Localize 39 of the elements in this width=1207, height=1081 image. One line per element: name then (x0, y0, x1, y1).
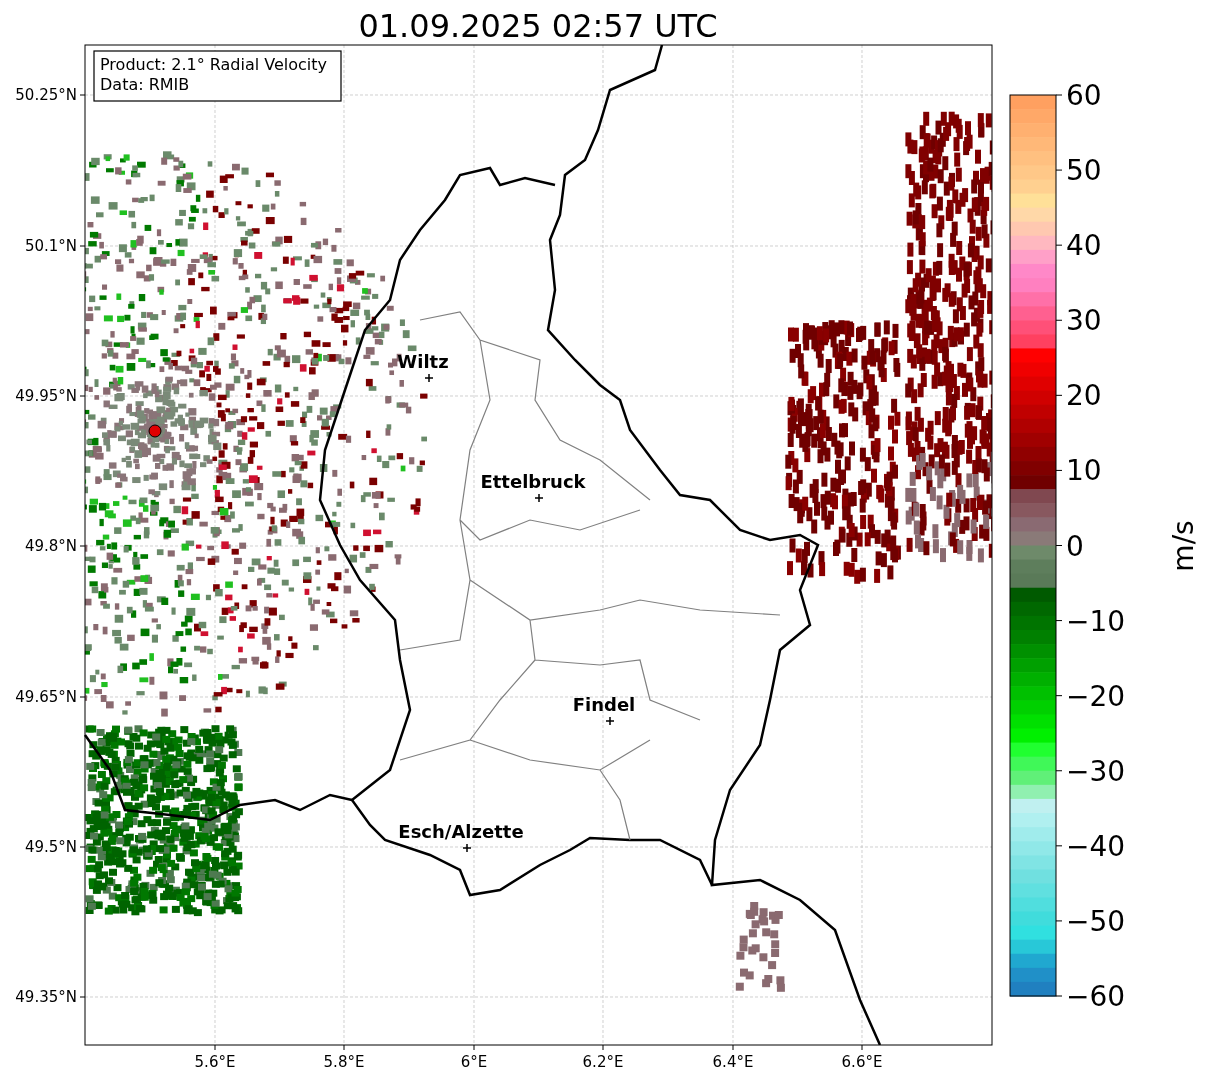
colorbar-tick-label: −10 (1066, 604, 1126, 638)
axis-tick-label: 49.8°N (24, 537, 77, 555)
axis-tick-label: 6.6°E (841, 1053, 883, 1071)
colorbar-tick-label: −30 (1066, 754, 1126, 788)
axis-tick-label: 49.5°N (24, 838, 77, 856)
city-marker-icon (462, 843, 472, 853)
colorbar-tick-label: 60 (1066, 79, 1102, 112)
axis-tick-label: 49.35°N (15, 988, 77, 1006)
colorbar-tick-label: 50 (1066, 154, 1102, 188)
radar-site-icon (148, 424, 162, 438)
axis-tick-label: 5.6°E (194, 1053, 236, 1071)
chart-title: 01.09.2025 02:57 UTC (358, 7, 718, 45)
axis-tick-label: 6°E (460, 1053, 488, 1071)
info-text: Data: RMIB (100, 75, 190, 94)
colorbar-tick-label: −60 (1066, 980, 1126, 1013)
city-label: Ettelbruck (480, 471, 586, 492)
city-label: Esch/Alzette (398, 821, 524, 842)
axis-tick-label: 6.4°E (712, 1053, 754, 1071)
colorbar-tick-label: −50 (1066, 904, 1126, 938)
colorbar-tick-label: −40 (1066, 829, 1126, 863)
colorbar-tick-label: 10 (1066, 454, 1102, 488)
axis-tick-label: 6.2°E (582, 1053, 624, 1071)
axis-tick-label: 5.8°E (323, 1053, 365, 1071)
city-label: Findel (572, 694, 636, 715)
colorbar-tick-label: 30 (1066, 304, 1102, 338)
axis-tick-label: 50.1°N (24, 237, 77, 255)
colorbar-tick-label: 40 (1066, 229, 1102, 263)
colorbar-tick-label: 20 (1066, 379, 1102, 413)
city-marker-icon (424, 373, 434, 383)
city-marker-icon (534, 493, 544, 503)
city-label: Wiltz (397, 351, 449, 372)
info-text: Product: 2.1° Radial Velocity (100, 55, 328, 74)
city-marker-icon (605, 716, 615, 726)
colorbar-tick-label: −20 (1066, 679, 1126, 713)
colorbar-label: m/s (1167, 520, 1200, 572)
axis-tick-label: 50.25°N (15, 86, 77, 104)
colorbar-tick-label: 0 (1066, 529, 1084, 563)
axis-tick-label: 49.65°N (15, 688, 77, 706)
axis-tick-label: 49.95°N (15, 387, 77, 405)
